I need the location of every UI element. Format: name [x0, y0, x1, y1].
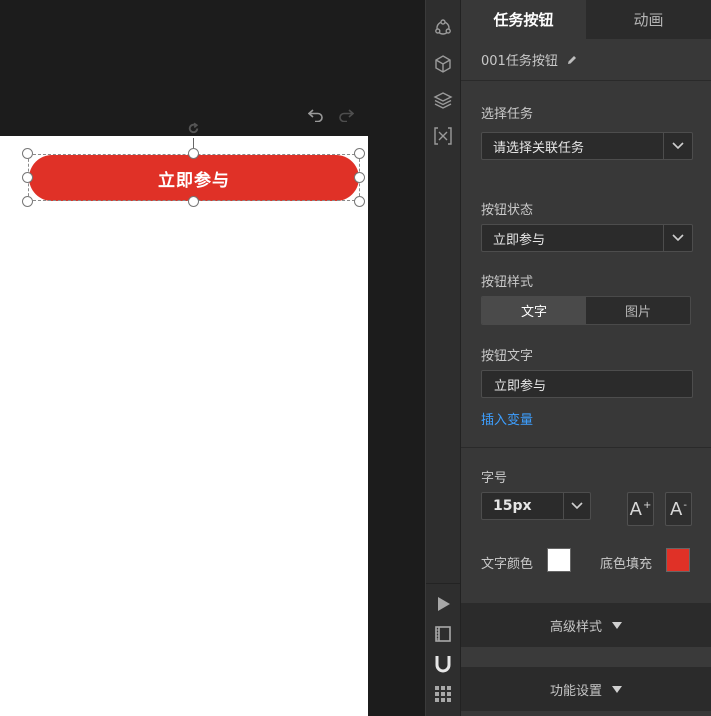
select-task-label: 选择任务: [481, 107, 534, 122]
edit-pencil-icon[interactable]: [566, 54, 578, 66]
property-panel: 任务按钮 动画 001任务按钮 选择任务 请选择关联任务 按钮状态 立即参与 按…: [461, 0, 711, 716]
button-state-dropdown[interactable]: 立即参与: [481, 224, 693, 252]
font-size-value: 15px: [493, 498, 532, 514]
button-text-value: 立即参与: [494, 378, 547, 394]
button-text-input[interactable]: 立即参与: [481, 370, 693, 398]
cube-icon[interactable]: [431, 52, 455, 76]
tool-strip: [425, 0, 461, 716]
tab-task-button[interactable]: 任务按钮: [461, 0, 586, 39]
panel-tabs: 任务按钮 动画: [461, 0, 711, 39]
font-size-label: 字号: [481, 471, 508, 486]
button-state-label: 按钮状态: [481, 203, 534, 218]
advanced-style-label: 高级样式: [549, 619, 602, 635]
button-state-value: 立即参与: [493, 232, 546, 248]
style-option-image[interactable]: 图片: [586, 297, 690, 324]
advanced-style-section[interactable]: 高级样式: [461, 603, 711, 647]
tab-animation[interactable]: 动画: [586, 0, 711, 39]
font-increase-sup: +: [642, 499, 652, 511]
font-increase-glyph: A: [629, 498, 642, 520]
artboard[interactable]: [0, 136, 368, 716]
style-option-text[interactable]: 文字: [482, 297, 586, 324]
resize-handle-l[interactable]: [22, 172, 33, 183]
resize-handle-bl[interactable]: [22, 196, 33, 207]
button-style-label: 按钮样式: [481, 275, 534, 290]
insert-variable-link[interactable]: 插入变量: [481, 409, 533, 428]
text-color-swatch[interactable]: [547, 548, 571, 572]
redo-icon[interactable]: [338, 108, 354, 122]
select-task-value: 请选择关联任务: [493, 140, 585, 156]
font-decrease-sup: -: [683, 499, 687, 511]
chevron-down-icon[interactable]: [563, 493, 590, 519]
chevron-down-icon[interactable]: [663, 133, 692, 159]
rotate-icon[interactable]: [186, 121, 201, 136]
function-settings-section[interactable]: 功能设置: [461, 667, 711, 711]
magnet-icon[interactable]: [433, 654, 453, 674]
font-increase-button[interactable]: A +: [627, 492, 654, 526]
undo-icon[interactable]: [308, 108, 324, 122]
component-name-row[interactable]: 001任务按钮: [461, 39, 711, 81]
editor-root: 立即参与 任务按钮 动画 001任务按钮 选择任务 请选择关联任务 按钮状态 立…: [0, 0, 711, 716]
section-divider: [461, 447, 711, 448]
triangle-down-icon: [612, 685, 622, 693]
function-settings-label: 功能设置: [549, 683, 602, 699]
select-task-dropdown[interactable]: 请选择关联任务: [481, 132, 693, 160]
resize-handle-tr[interactable]: [354, 148, 365, 159]
selection-box: [28, 154, 360, 201]
button-style-toggle: 文字 图片: [481, 296, 691, 325]
grid-icon[interactable]: [433, 684, 453, 704]
share-icon[interactable]: [431, 16, 455, 40]
button-text-label: 按钮文字: [481, 349, 534, 364]
triangle-down-icon: [612, 621, 622, 629]
chevron-down-icon[interactable]: [663, 225, 692, 251]
layers-icon[interactable]: [431, 88, 455, 112]
component-name: 001任务按钮: [481, 54, 558, 69]
fill-color-label: 底色填充: [600, 557, 653, 572]
resize-handle-br[interactable]: [354, 196, 365, 207]
variable-icon[interactable]: [431, 124, 455, 148]
history-controls: [308, 108, 354, 122]
canvas-stage: 立即参与: [0, 0, 425, 716]
film-icon[interactable]: [433, 624, 453, 644]
font-size-dropdown[interactable]: 15px: [481, 492, 591, 520]
play-icon[interactable]: [433, 594, 453, 614]
font-decrease-glyph: A: [670, 498, 683, 520]
section-gap: [461, 647, 711, 667]
resize-handle-tl[interactable]: [22, 148, 33, 159]
fill-color-swatch[interactable]: [666, 548, 690, 572]
resize-handle-t[interactable]: [188, 148, 199, 159]
text-color-label: 文字颜色: [481, 557, 534, 572]
resize-handle-b[interactable]: [188, 196, 199, 207]
resize-handle-r[interactable]: [354, 172, 365, 183]
font-decrease-button[interactable]: A-: [665, 492, 692, 526]
